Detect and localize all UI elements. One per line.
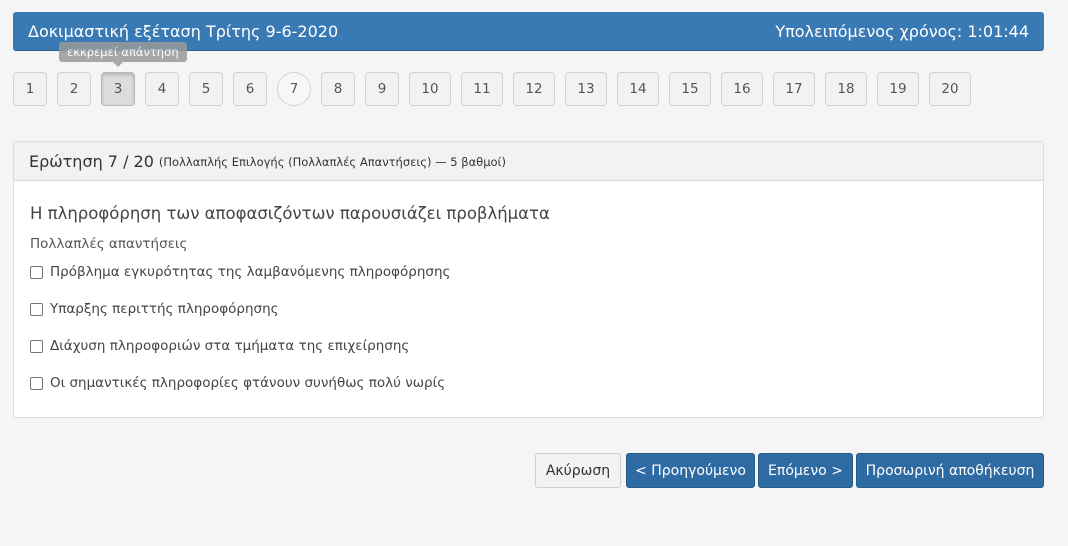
question-5-button[interactable]: 5 <box>189 72 223 106</box>
question-13-button[interactable]: 13 <box>565 72 607 106</box>
checkbox[interactable] <box>30 302 43 316</box>
question-navigation: 1 2 3 4 5 6 7 8 9 10 11 12 13 14 15 16 17 18 19 20 <box>0 72 1068 106</box>
question-16-button[interactable]: 16 <box>721 72 763 106</box>
question-7-button[interactable]: 7 <box>277 72 311 106</box>
question-9-button[interactable]: 9 <box>365 72 399 106</box>
question-type: (Πολλαπλής Επιλογής (Πολλαπλές Απαντήσει… <box>158 155 506 169</box>
question-6-button[interactable]: 6 <box>233 72 267 106</box>
question-14-button[interactable]: 14 <box>617 72 659 106</box>
question-4-button[interactable]: 4 <box>145 72 179 106</box>
question-15-button[interactable]: 15 <box>669 72 711 106</box>
question-2-button[interactable]: 2 <box>57 72 91 106</box>
checkbox[interactable] <box>30 339 43 353</box>
question-10-button[interactable]: 10 <box>409 72 451 106</box>
question-number: Ερώτηση 7 / 20 <box>29 151 154 171</box>
cancel-button[interactable]: Ακύρωση <box>535 453 621 488</box>
checkbox[interactable] <box>30 376 43 390</box>
answer-option-label: Πρόβλημα εγκυρότητας της λαμβανόμενης πλ… <box>50 264 451 280</box>
answer-option[interactable]: Υπαρξης περιττής πληροφόρησης <box>30 301 279 317</box>
answer-option[interactable]: Πρόβλημα εγκυρότητας της λαμβανόμενης πλ… <box>30 264 450 280</box>
answer-option[interactable]: Οι σημαντικές πληροφορίες φτάνουν συνήθω… <box>30 375 445 391</box>
question-20-button[interactable]: 20 <box>929 72 971 106</box>
exam-title: Δοκιμαστική εξέταση Τρίτης 9-6-2020 <box>28 21 339 41</box>
question-17-button[interactable]: 17 <box>773 72 815 106</box>
answer-mode-label: Πολλαπλές απαντήσεις <box>30 236 188 252</box>
previous-button[interactable]: < Προηγούμενο <box>626 453 755 488</box>
next-button[interactable]: Επόμενο > <box>758 453 853 488</box>
question-8-button[interactable]: 8 <box>321 72 355 106</box>
answer-option-label: Οι σημαντικές πληροφορίες φτάνουν συνήθω… <box>50 375 446 391</box>
question-19-button[interactable]: 19 <box>877 72 919 106</box>
question-1-button[interactable]: 1 <box>13 72 47 106</box>
question-header: Ερώτηση 7 / 20 (Πολλαπλής Επιλογής (Πολλ… <box>14 142 1043 181</box>
question-3-button[interactable]: 3 <box>101 72 135 106</box>
question-text: Η πληροφόρηση των αποφασιζόντων παρουσιά… <box>30 204 550 223</box>
question-18-button[interactable]: 18 <box>825 72 867 106</box>
checkbox[interactable] <box>30 265 43 279</box>
question-panel: Ερώτηση 7 / 20 (Πολλαπλής Επιλογής (Πολλ… <box>13 141 1044 418</box>
question-12-button[interactable]: 12 <box>513 72 555 106</box>
remaining-time: Υπολειπόμενος χρόνος: 1:01:44 <box>775 21 1029 41</box>
answer-option[interactable]: Διάχυση πληροφοριών στα τμήματα της επιχ… <box>30 338 409 354</box>
answer-option-label: Διάχυση πληροφοριών στα τμήματα της επιχ… <box>50 338 410 354</box>
pending-answer-tooltip: εκκρεμεί απάντηση <box>59 42 187 67</box>
temporary-save-button[interactable]: Προσωρινή αποθήκευση <box>856 453 1044 488</box>
answer-option-label: Υπαρξης περιττής πληροφόρησης <box>50 301 279 317</box>
question-11-button[interactable]: 11 <box>461 72 503 106</box>
